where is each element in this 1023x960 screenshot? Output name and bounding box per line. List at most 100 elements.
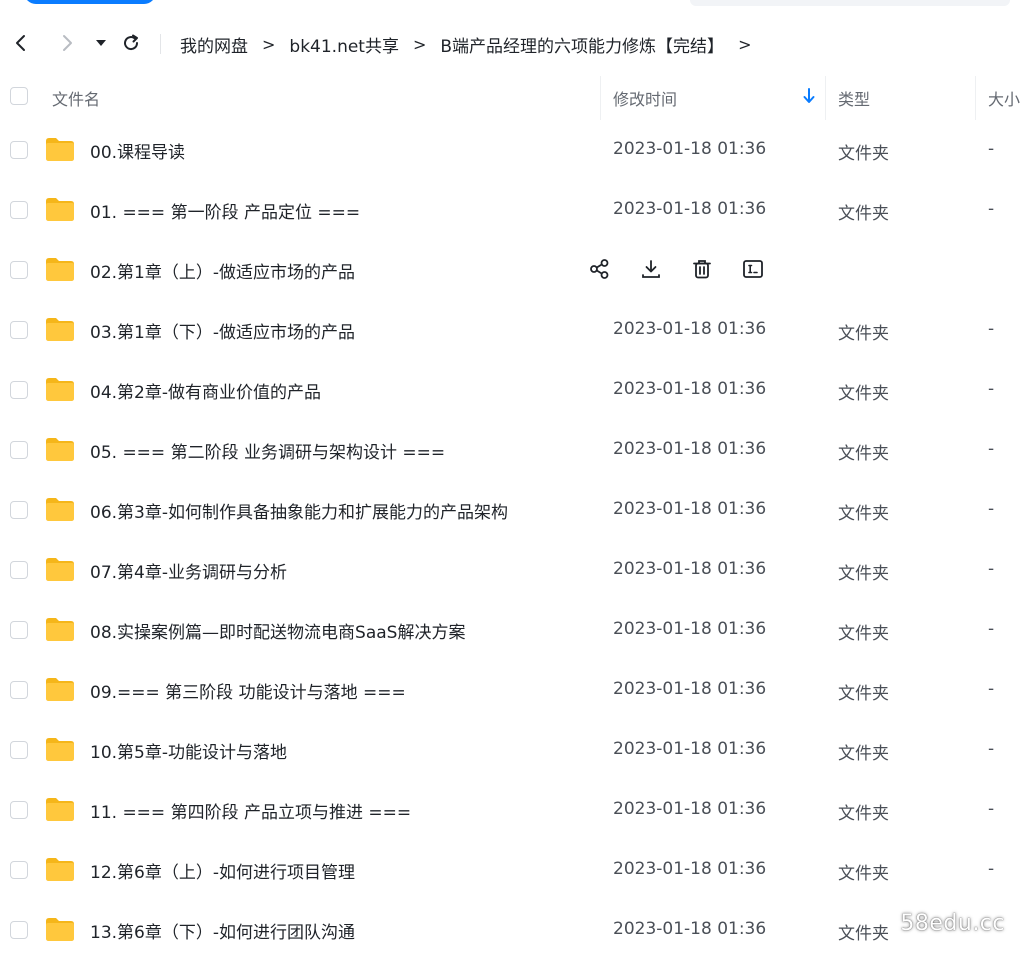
- file-type: 文件夹: [838, 444, 889, 464]
- folder-icon: [46, 918, 74, 941]
- breadcrumb-item-my-disk[interactable]: 我的网盘: [180, 32, 248, 57]
- file-name[interactable]: 03.第1章（下）-做适应市场的产品: [90, 318, 355, 343]
- file-size: -: [988, 139, 995, 159]
- row-checkbox[interactable]: [10, 321, 28, 339]
- active-tab-indicator: [24, 0, 156, 4]
- chevron-right-icon: >: [262, 34, 276, 54]
- file-size: -: [988, 499, 995, 519]
- refresh-icon: [124, 34, 139, 51]
- file-row[interactable]: 04.第2章-做有商业价值的产品 2023-01-18 01:36 文件夹 -: [0, 360, 1023, 420]
- file-name[interactable]: 05. === 第二阶段 业务调研与架构设计 ===: [90, 438, 445, 463]
- file-type: 文件夹: [838, 804, 889, 824]
- column-divider[interactable]: [600, 76, 601, 120]
- breadcrumb-item-current-folder[interactable]: B端产品经理的六项能力修炼【完结】: [440, 32, 724, 57]
- file-row[interactable]: 01. === 第一阶段 产品定位 === 2023-01-18 01:36 文件夹…: [0, 180, 1023, 240]
- column-divider[interactable]: [825, 76, 826, 120]
- file-row[interactable]: 11. === 第四阶段 产品立项与推进 === 2023-01-18 01:36…: [0, 780, 1023, 840]
- file-size: -: [988, 679, 995, 699]
- file-modified-time: 2023-01-18 01:36: [613, 679, 767, 699]
- select-all-checkbox[interactable]: [10, 87, 28, 105]
- share-icon[interactable]: [588, 257, 612, 281]
- file-name[interactable]: 07.第4章-业务调研与分析: [90, 558, 287, 583]
- file-type: 文件夹: [838, 564, 889, 584]
- row-checkbox[interactable]: [10, 561, 28, 579]
- sort-descending-icon[interactable]: [803, 88, 815, 108]
- file-modified-time: 2023-01-18 01:36: [613, 199, 767, 219]
- file-row[interactable]: 05. === 第二阶段 业务调研与架构设计 === 2023-01-18 01:…: [0, 420, 1023, 480]
- file-type: 文件夹: [838, 624, 889, 644]
- back-button[interactable]: [10, 32, 32, 54]
- file-size: -: [988, 739, 995, 759]
- folder-icon: [46, 438, 74, 461]
- row-checkbox[interactable]: [10, 501, 28, 519]
- file-row[interactable]: 10.第5章-功能设计与落地 2023-01-18 01:36 文件夹 -: [0, 720, 1023, 780]
- file-row[interactable]: 09.=== 第三阶段 功能设计与落地 === 2023-01-18 01:36 文…: [0, 660, 1023, 720]
- file-row[interactable]: 12.第6章（上）-如何进行项目管理 2023-01-18 01:36 文件夹 -: [0, 840, 1023, 900]
- file-list-header: 文件名 修改时间 类型 大小: [0, 74, 1023, 120]
- file-name[interactable]: 00.课程导读: [90, 138, 185, 163]
- file-modified-time: 2023-01-18 01:36: [613, 499, 767, 519]
- forward-button[interactable]: [56, 32, 78, 54]
- file-modified-time: 2023-01-18 01:36: [613, 139, 767, 159]
- file-type: 文件夹: [838, 864, 889, 884]
- folder-icon: [46, 558, 74, 581]
- column-header-modified[interactable]: 修改时间: [613, 86, 677, 110]
- column-header-type[interactable]: 类型: [838, 86, 870, 110]
- folder-icon: [46, 198, 74, 221]
- file-name[interactable]: 06.第3章-如何制作具备抽象能力和扩展能力的产品架构: [90, 498, 508, 523]
- delete-icon[interactable]: [690, 257, 714, 281]
- row-checkbox[interactable]: [10, 681, 28, 699]
- file-modified-time: 2023-01-18 01:36: [613, 919, 767, 939]
- file-modified-time: 2023-01-18 01:36: [613, 619, 767, 639]
- file-name[interactable]: 12.第6章（上）-如何进行项目管理: [90, 858, 355, 883]
- file-row[interactable]: 00.课程导读 2023-01-18 01:36 文件夹 -: [0, 120, 1023, 180]
- folder-icon: [46, 378, 74, 401]
- row-checkbox[interactable]: [10, 861, 28, 879]
- file-row[interactable]: 02.第1章（上）-做适应市场的产品: [0, 240, 1023, 300]
- file-row[interactable]: 08.实操案例篇—即时配送物流电商SaaS解决方案 2023-01-18 01:3…: [0, 600, 1023, 660]
- file-row[interactable]: 03.第1章（下）-做适应市场的产品 2023-01-18 01:36 文件夹 -: [0, 300, 1023, 360]
- file-list: 00.课程导读 2023-01-18 01:36 文件夹 - 01. === 第一阶段 …: [0, 120, 1023, 960]
- row-checkbox[interactable]: [10, 621, 28, 639]
- file-name[interactable]: 01. === 第一阶段 产品定位 ===: [90, 198, 360, 223]
- folder-icon: [46, 798, 74, 821]
- folder-icon: [46, 138, 74, 161]
- file-name[interactable]: 13.第6章（下）-如何进行团队沟通: [90, 918, 355, 943]
- file-size: -: [988, 439, 995, 459]
- file-row[interactable]: 07.第4章-业务调研与分析 2023-01-18 01:36 文件夹 -: [0, 540, 1023, 600]
- row-checkbox[interactable]: [10, 381, 28, 399]
- download-icon[interactable]: [639, 257, 663, 281]
- row-checkbox[interactable]: [10, 261, 28, 279]
- file-name[interactable]: 09.=== 第三阶段 功能设计与落地 ===: [90, 678, 406, 703]
- file-size: -: [988, 379, 995, 399]
- row-checkbox[interactable]: [10, 741, 28, 759]
- row-checkbox[interactable]: [10, 441, 28, 459]
- column-divider[interactable]: [975, 76, 976, 120]
- column-header-size[interactable]: 大小: [988, 86, 1020, 110]
- row-actions: [588, 257, 792, 281]
- history-dropdown-button[interactable]: [90, 32, 112, 54]
- refresh-button[interactable]: [120, 32, 142, 54]
- column-header-name[interactable]: 文件名: [52, 86, 100, 110]
- file-row[interactable]: 06.第3章-如何制作具备抽象能力和扩展能力的产品架构 2023-01-18 01…: [0, 480, 1023, 540]
- chevron-right-icon[interactable]: >: [738, 35, 751, 54]
- file-name[interactable]: 11. === 第四阶段 产品立项与推进 ===: [90, 798, 411, 823]
- rename-icon[interactable]: [741, 257, 765, 281]
- row-checkbox[interactable]: [10, 921, 28, 939]
- folder-icon: [46, 618, 74, 641]
- folder-icon: [46, 498, 74, 521]
- row-checkbox[interactable]: [10, 141, 28, 159]
- file-modified-time: 2023-01-18 01:36: [613, 799, 767, 819]
- file-name[interactable]: 02.第1章（上）-做适应市场的产品: [90, 258, 355, 283]
- file-name[interactable]: 10.第5章-功能设计与落地: [90, 738, 287, 763]
- file-row[interactable]: 13.第6章（下）-如何进行团队沟通 2023-01-18 01:36 文件夹: [0, 900, 1023, 960]
- row-checkbox[interactable]: [10, 801, 28, 819]
- file-modified-time: 2023-01-18 01:36: [613, 859, 767, 879]
- row-checkbox[interactable]: [10, 201, 28, 219]
- breadcrumb-item-share[interactable]: bk41.net共享: [289, 32, 399, 57]
- folder-icon: [46, 258, 74, 281]
- folder-icon: [46, 678, 74, 701]
- file-name[interactable]: 08.实操案例篇—即时配送物流电商SaaS解决方案: [90, 618, 465, 643]
- file-name[interactable]: 04.第2章-做有商业价值的产品: [90, 378, 321, 403]
- file-type: 文件夹: [838, 204, 889, 224]
